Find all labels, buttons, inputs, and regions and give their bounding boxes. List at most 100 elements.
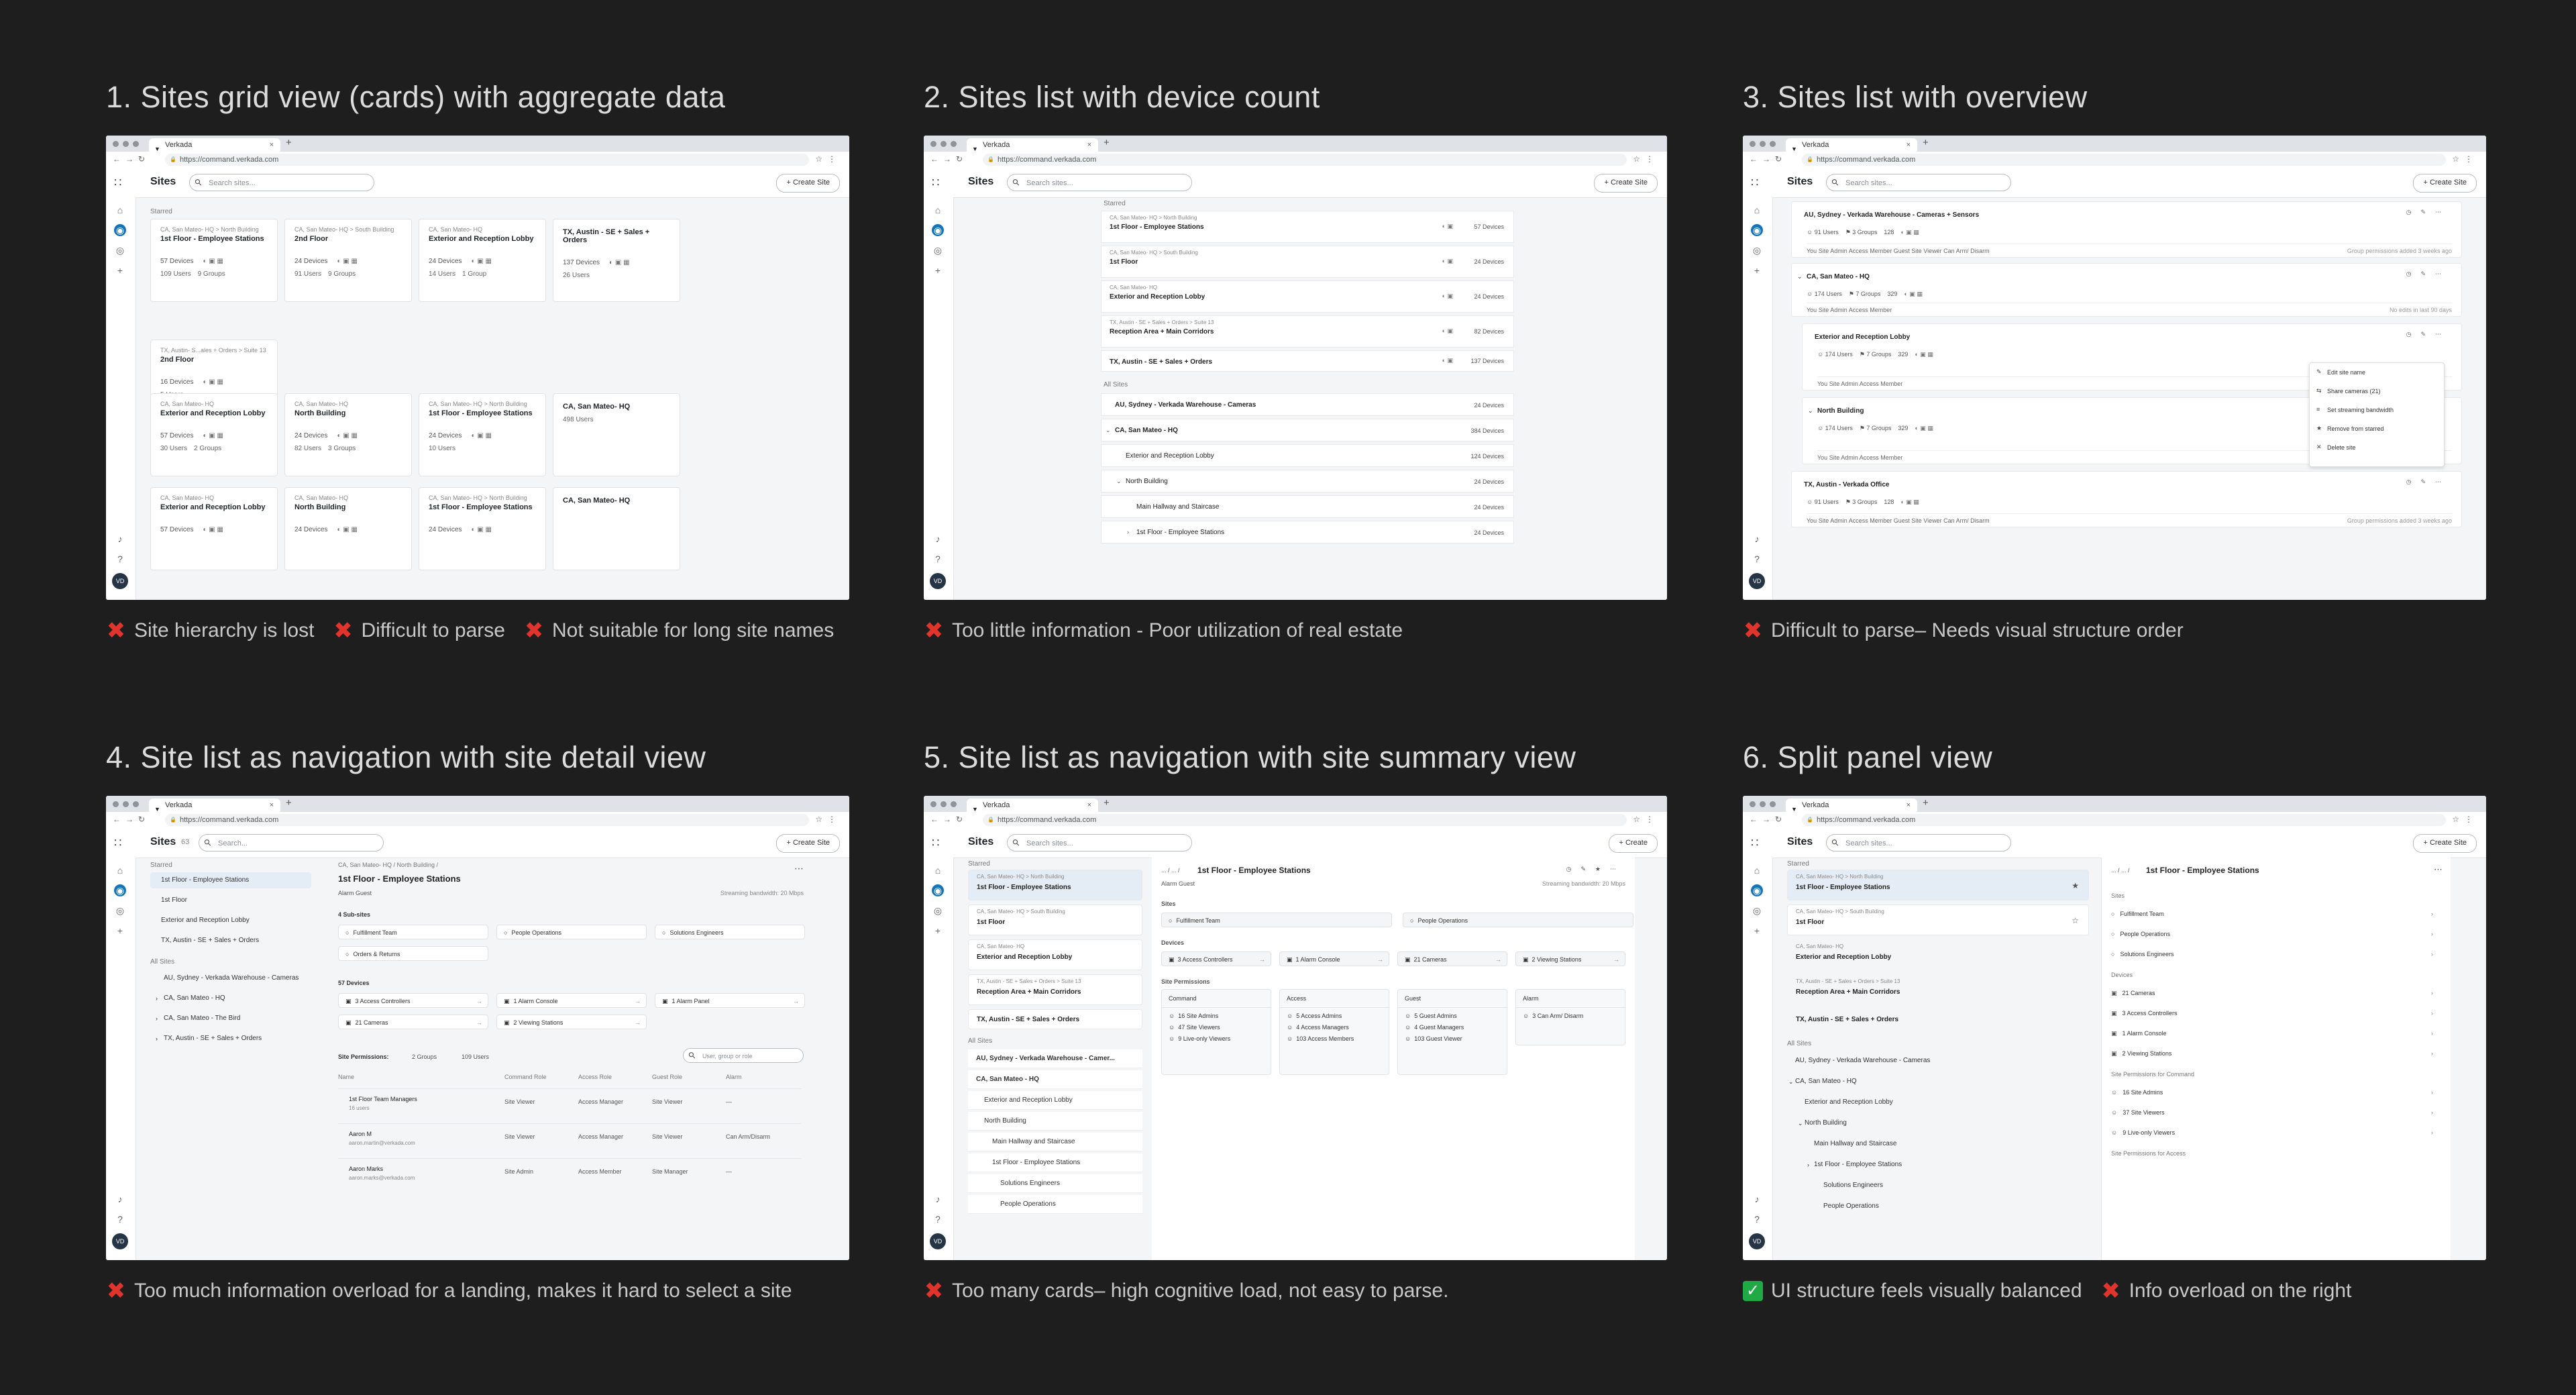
sidebar-site[interactable]: Solutions Engineers [968, 1174, 1142, 1193]
site-card[interactable]: CA, San Mateo- HQ > North Building 1st Fl… [150, 219, 278, 302]
building-icon[interactable]: ⌂ [114, 204, 126, 216]
minimize-dot[interactable] [1760, 141, 1766, 147]
url-input[interactable]: https://command.verkada.com [1802, 154, 2446, 166]
site-row[interactable]: TX, Austin - SE + Sales + Orders > Suite… [1101, 315, 1514, 348]
site-card[interactable]: CA, San Mateo- HQ Exterior and Reception … [150, 487, 278, 570]
search-input[interactable]: Search sites... [1007, 174, 1192, 191]
eye-icon[interactable]: ◎ [114, 905, 126, 917]
create-site-button[interactable]: Create Site [1594, 174, 1658, 193]
maximize-dot[interactable] [951, 801, 957, 807]
site-row[interactable]: CA, San Mateo- HQ > North Building 1st Fl… [1101, 211, 1514, 243]
maximize-dot[interactable] [133, 801, 139, 807]
perm-row[interactable]: Aaron M aaron.martin@verkada.com Site View… [338, 1123, 801, 1155]
help-icon[interactable]: ? [114, 553, 126, 565]
browser-tab[interactable]: ▼ Verkada × [149, 138, 280, 152]
browser-menu-icon[interactable]: ☆⋮ [1633, 815, 1659, 824]
detail-item[interactable]: ▣ 2 Viewing Stations › [2111, 1045, 2433, 1062]
device-pill[interactable]: ▣ 2 Viewing Stations → [1515, 951, 1625, 966]
new-tab-icon[interactable]: + [286, 137, 292, 148]
building-icon[interactable]: ⌂ [932, 864, 944, 876]
url-input[interactable]: https://command.verkada.com [983, 814, 1627, 826]
maximize-dot[interactable] [1770, 141, 1776, 147]
menu-item[interactable]: ≡ Set streaming bandwidth [2310, 401, 2444, 419]
permissions-search-input[interactable]: User, group or role [683, 1048, 804, 1063]
site-row[interactable]: Main Hallway and Staircase 24 Devices [1101, 495, 1514, 518]
expand-chevron-icon[interactable]: › [1127, 529, 1129, 535]
sidebar-site[interactable]: Solutions Engineers [1787, 1177, 2089, 1194]
sidebar-site[interactable]: Exterior and Reception Lobby [1787, 1094, 2089, 1111]
detail-item[interactable]: ☺ 16 Site Admins › [2111, 1084, 2433, 1100]
window-controls[interactable] [113, 141, 139, 147]
create-site-button[interactable]: Create Site [776, 174, 840, 193]
minimize-dot[interactable] [941, 141, 947, 147]
sidebar-site[interactable]: ⌄ North Building [1787, 1115, 2089, 1132]
plus-icon[interactable]: + [1751, 264, 1763, 276]
sidebar-site[interactable]: North Building [968, 1112, 1142, 1131]
minimize-dot[interactable] [123, 801, 129, 807]
close-dot[interactable] [930, 801, 936, 807]
nav-arrows-icon[interactable]: ←→↻ [930, 815, 967, 824]
site-row[interactable]: ⌄ CA, San Mateo - HQ 384 Devices [1101, 419, 1514, 442]
site-row[interactable]: AU, Sydney - Verkada Warehouse - Cameras… [1101, 393, 1514, 416]
permission-item[interactable]: ☺ 9 Live-only Viewers [1162, 1031, 1271, 1042]
search-input[interactable]: Search sites... [189, 174, 374, 191]
camera-icon[interactable]: ◉ [1751, 884, 1763, 896]
sidebar-site[interactable]: CA, San Mateo - HQ [968, 1070, 1142, 1089]
window-controls[interactable] [930, 141, 957, 147]
site-row[interactable]: CA, San Mateo- HQ > South Building 1st Fl… [1101, 246, 1514, 278]
building-icon[interactable]: ⌂ [1751, 204, 1763, 216]
bell-icon[interactable]: ♪ [932, 1193, 944, 1205]
sidebar-site[interactable]: Exterior and Reception Lobby [150, 913, 311, 929]
building-icon[interactable]: ⌂ [1751, 864, 1763, 876]
app-grid-icon[interactable]: ∷ [932, 176, 939, 190]
create-site-button[interactable]: Create [1609, 834, 1658, 853]
expand-chevron-icon[interactable]: › [156, 1011, 158, 1027]
site-pill[interactable]: ○ People Operations [1403, 913, 1633, 927]
new-tab-icon[interactable]: + [1104, 137, 1110, 148]
site-row[interactable]: CA, San Mateo- HQ Exterior and Reception … [1101, 280, 1514, 313]
sidebar-site-card[interactable]: CA, San Mateo- HQ Exterior and Reception … [968, 939, 1142, 970]
sidebar-site[interactable]: Main Hallway and Staircase [968, 1133, 1142, 1151]
window-controls[interactable] [1750, 141, 1776, 147]
nav-arrows-icon[interactable]: ←→↻ [930, 154, 967, 164]
nav-arrows-icon[interactable]: ←→↻ [113, 154, 150, 164]
expand-chevron-icon[interactable]: › [1807, 1156, 1809, 1174]
permission-item[interactable]: ☺ 47 Site Viewers [1162, 1019, 1271, 1031]
sidebar-site[interactable]: Main Hallway and Staircase [1787, 1135, 2089, 1153]
nav-arrows-icon[interactable]: ←→↻ [1750, 815, 1786, 824]
sidebar-site-card[interactable]: CA, San Mateo- HQ Exterior and Reception … [1787, 939, 2089, 970]
plus-icon[interactable]: + [1751, 925, 1763, 937]
nav-arrows-icon[interactable]: ←→↻ [113, 815, 150, 824]
camera-icon[interactable]: ◉ [1751, 224, 1763, 236]
sidebar-site-card[interactable]: TX, Austin - SE + Sales + Orders [1787, 1009, 2089, 1029]
site-card[interactable]: CA, San Mateo- HQ Exterior and Reception … [419, 219, 546, 302]
subsite-pill[interactable]: ○ Solutions Engineers [655, 925, 805, 939]
permission-item[interactable]: ☺ 5 Guest Admins [1398, 1008, 1507, 1019]
sidebar-site[interactable]: AU, Sydney - Verkada Warehouse - Camer..… [968, 1049, 1142, 1068]
new-tab-icon[interactable]: + [1923, 137, 1929, 148]
bell-icon[interactable]: ♪ [932, 533, 944, 545]
device-pill[interactable]: ▣ 21 Cameras → [1397, 951, 1507, 966]
help-icon[interactable]: ? [932, 1213, 944, 1225]
avatar[interactable]: VD [930, 1233, 946, 1249]
close-tab-icon[interactable]: × [1087, 138, 1091, 152]
maximize-dot[interactable] [951, 141, 957, 147]
sidebar-site[interactable]: People Operations [1787, 1198, 2089, 1215]
detail-item[interactable]: ○ People Operations › [2111, 926, 2433, 942]
app-grid-icon[interactable]: ∷ [114, 836, 121, 850]
permission-item[interactable]: ☺ 3 Can Arm/ Disarm [1516, 1008, 1625, 1019]
avatar[interactable]: VD [112, 1233, 128, 1249]
close-tab-icon[interactable]: × [1087, 798, 1091, 812]
plus-icon[interactable]: + [932, 925, 944, 937]
search-input[interactable]: Search sites... [1826, 834, 2011, 851]
expand-chevron-icon[interactable]: ⌄ [1797, 273, 1803, 280]
nav-arrows-icon[interactable]: ←→↻ [1750, 154, 1786, 164]
window-controls[interactable] [113, 801, 139, 807]
sidebar-site-card[interactable]: CA, San Mateo- HQ > South Building 1st Fl… [968, 905, 1142, 935]
sidebar-site-card[interactable]: TX, Austin - SE + Sales + Orders > Suite… [968, 974, 1142, 1005]
site-row[interactable]: TX, Austin - SE + Sales + Orders ◐ ▣ 137 D… [1101, 350, 1514, 372]
new-tab-icon[interactable]: + [1923, 797, 1929, 809]
sidebar-site-card[interactable]: TX, Austin - SE + Sales + Orders > Suite… [1787, 974, 2089, 1005]
sidebar-site[interactable]: 1st Floor - Employee Stations [968, 1153, 1142, 1172]
device-pill[interactable]: ▣ 3 Access Controllers → [338, 993, 488, 1008]
